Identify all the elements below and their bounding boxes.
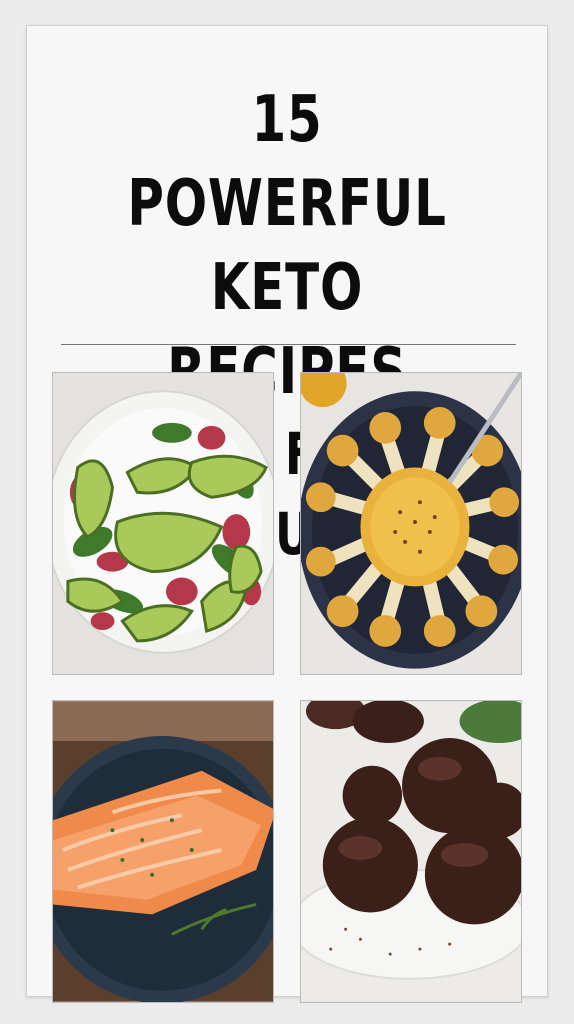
salmon-fillet-photo [52,700,274,1003]
recipe-pin-card: 15 POWERFUL KETO RECIPES FOR FAST RESULT… [26,25,548,1003]
roasted-cauliflower-photo [300,372,522,675]
avocado-salad-photo [52,372,274,675]
divider [61,344,516,345]
chocolate-fat-bombs-photo [300,700,522,1003]
title-line-1: 15 POWERFUL [127,83,447,241]
